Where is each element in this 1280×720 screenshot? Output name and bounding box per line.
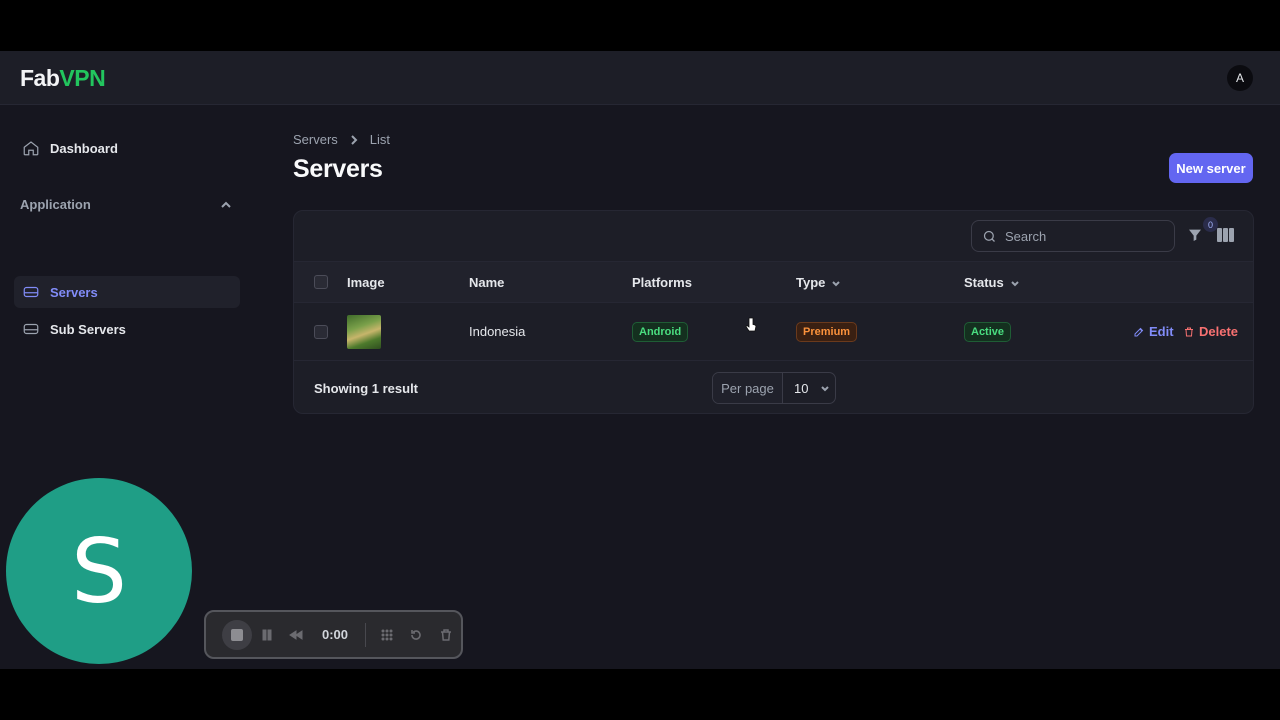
grid-button[interactable] [372,620,402,650]
status-badge: Active [964,322,1012,342]
row-checkbox[interactable] [314,325,328,339]
search-box[interactable] [971,220,1175,252]
columns-icon [1217,228,1234,242]
server-name: Indonesia [469,324,526,339]
sidebar-group-application[interactable]: Application [20,197,232,212]
restart-icon [411,629,422,640]
mouse-cursor-icon [745,317,757,332]
column-label: Platforms [632,275,692,290]
webcam-avatar: S [6,478,192,664]
per-page-value-wrap[interactable]: 10 [783,381,835,396]
breadcrumb-servers[interactable]: Servers [293,132,338,147]
user-avatar[interactable]: A [1227,65,1253,91]
platform-badge: Android [632,322,689,342]
filter-button[interactable] [1187,227,1205,245]
per-page-value: 10 [794,380,809,396]
edit-label: Edit [1149,324,1174,339]
page-title: Servers [293,155,383,183]
trash-icon [441,628,452,641]
select-all-checkbox[interactable] [314,275,328,289]
app-logo[interactable]: FabVPN [20,65,106,92]
sidebar-item-dashboard[interactable]: Dashboard [14,132,240,164]
column-header-name: Name [469,275,504,290]
per-page-label: Per page [713,373,783,403]
column-label: Type [796,275,826,290]
sidebar-item-label: Servers [50,284,98,300]
server-icon [23,286,39,298]
chevron-down-icon [1011,280,1019,286]
per-page-select[interactable]: Per page 10 [712,372,836,404]
results-count: Showing 1 result [314,381,419,396]
column-header-platforms: Platforms [632,275,692,290]
search-icon [983,230,995,242]
app-window: FabVPN A Dashboard Application Servers S… [0,51,1280,669]
column-header-status[interactable]: Status [964,275,1020,290]
breadcrumb-list: List [369,132,391,147]
edit-icon [1134,327,1144,336]
toolbar-divider [364,622,366,647]
sidebar-group-label: Application [20,197,91,212]
sidebar-item-label: Dashboard [50,140,118,156]
logo-text-fab: Fab [20,65,60,91]
grid-icon [381,629,393,640]
column-header-image: Image [347,275,385,290]
column-label: Name [469,275,505,290]
delete-label: Delete [1199,324,1239,339]
restart-button[interactable] [402,620,432,650]
rewind-icon [289,629,303,640]
trash-icon [1185,327,1193,336]
chevron-up-icon [221,201,231,208]
column-header-type[interactable]: Type [796,275,841,290]
stop-icon [230,628,243,641]
chevron-down-icon [832,280,841,286]
chevron-right-icon [351,134,358,145]
type-badge: Premium [796,322,858,342]
home-icon [23,141,39,156]
top-bar: FabVPN A [0,51,1280,105]
table-row: Indonesia Android Premium Active Edit De… [294,303,1253,361]
server-icon [23,323,39,335]
filter-count-badge: 0 [1203,217,1218,232]
rewind-button[interactable] [281,620,311,650]
recording-timer: 0:00 [322,627,349,642]
pause-icon [262,629,272,640]
pause-button[interactable] [252,620,282,650]
column-toggle-button[interactable] [1217,228,1235,244]
column-label: Image [347,275,385,290]
edit-button[interactable]: Edit [1133,324,1174,339]
sidebar-item-servers[interactable]: Servers [14,276,240,308]
server-image [347,315,381,349]
sidebar-item-label: Sub Servers [50,321,126,337]
search-input[interactable] [1005,228,1155,244]
table-header: Image Name Platforms Type Status [294,261,1253,303]
column-label: Status [964,275,1004,290]
sidebar-item-sub-servers[interactable]: Sub Servers [14,313,240,345]
chevron-down-icon [821,386,830,392]
stop-recording-button[interactable] [222,619,252,650]
servers-table-card: 0 Image Name Platforms Type Status [293,210,1254,414]
delete-button[interactable]: Delete [1183,324,1238,339]
discard-button[interactable] [431,620,461,650]
filter-icon [1189,229,1201,241]
logo-text-vpn: VPN [59,65,106,91]
new-server-button[interactable]: New server [1169,153,1253,183]
breadcrumb: Servers List [293,132,390,147]
screen-recorder-toolbar: 0:00 [204,610,463,659]
